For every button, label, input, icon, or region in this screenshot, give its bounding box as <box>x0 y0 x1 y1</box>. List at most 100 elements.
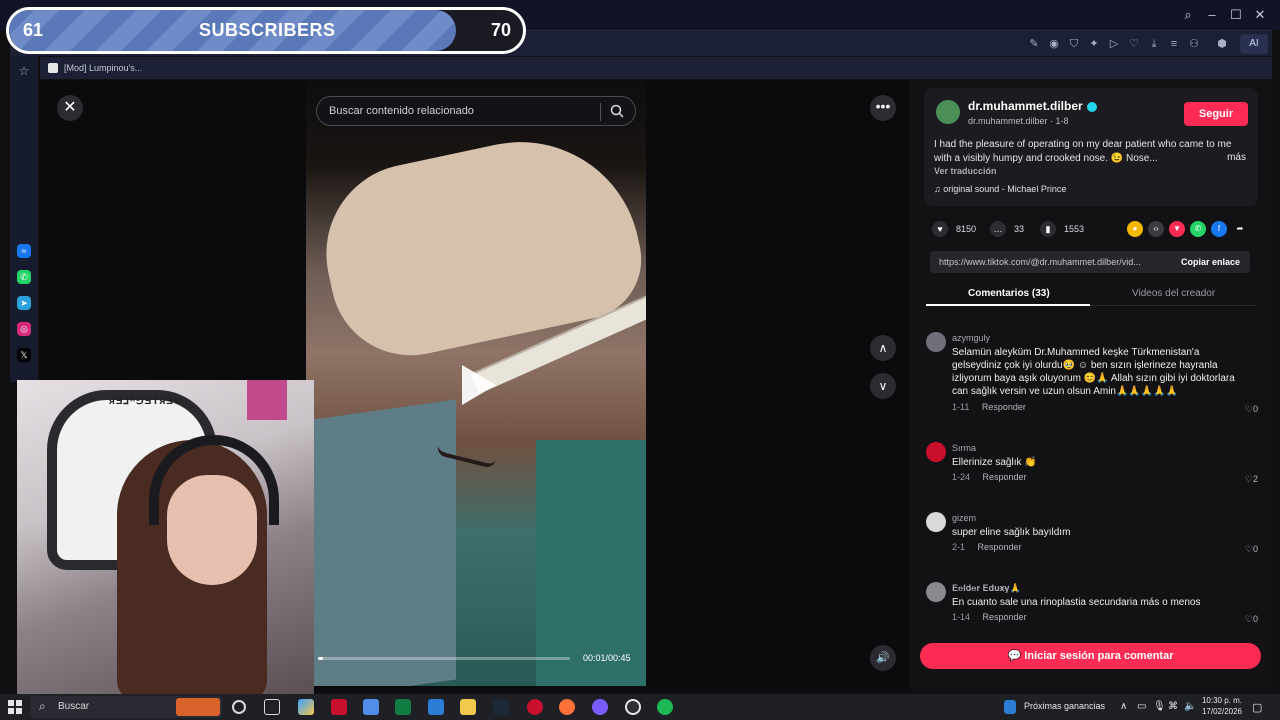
sound-link[interactable]: ♫ original sound - Michael Prince <box>934 184 1066 194</box>
embed-icon[interactable]: ‹› <box>1148 221 1164 237</box>
copy-link-button[interactable]: Copiar enlace <box>1181 257 1240 267</box>
opera-icon[interactable] <box>331 699 347 715</box>
play-icon[interactable] <box>462 365 496 405</box>
obs-icon[interactable] <box>625 699 641 715</box>
minimize-button[interactable]: – <box>1202 6 1222 24</box>
comment-like-button[interactable]: ♡2 <box>1245 474 1258 485</box>
profile-icon[interactable]: ⚇ <box>1186 36 1202 52</box>
discord-icon[interactable] <box>592 699 608 715</box>
search-icon[interactable] <box>609 103 625 119</box>
login-to-comment-button[interactable]: 💬 Iniciar sesión para comentar <box>920 643 1261 669</box>
x-icon[interactable]: 𝕏 <box>17 348 31 362</box>
download-icon[interactable]: ⤓ <box>1146 36 1162 52</box>
search-icon[interactable]: ⌕ <box>1178 6 1198 24</box>
record-app-icon[interactable] <box>527 699 543 715</box>
next-video-button[interactable]: ∨ <box>870 373 896 399</box>
news-widget-icon[interactable] <box>1004 700 1016 714</box>
comment-username[interactable]: Sırma <box>952 443 976 453</box>
extension-icon[interactable]: ✦ <box>1086 36 1102 52</box>
subscriber-goal-current: 61 <box>23 20 44 40</box>
cortana-icon[interactable] <box>232 700 246 714</box>
windows-start-icon[interactable] <box>8 700 22 714</box>
clock-time: 10:30 p. m. <box>1201 696 1242 705</box>
taskbar-search-input[interactable]: ⌕ Buscar <box>30 696 222 718</box>
send-icon[interactable]: ▼ <box>1169 221 1185 237</box>
reply-button[interactable]: Responder <box>978 542 1022 552</box>
maximize-button[interactable]: ☐ <box>1226 6 1246 24</box>
browser-tab[interactable]: [Mod] Lumpinou's... <box>48 60 142 76</box>
close-button[interactable]: ✕ <box>57 95 83 121</box>
volume-icon[interactable]: 🔊 <box>870 645 896 671</box>
video-progress-fill <box>318 657 324 660</box>
taskbar-clock[interactable]: 10:30 p. m. 17/02/2026 <box>1200 695 1242 717</box>
video-frame-drape <box>306 399 456 686</box>
comment-like-button[interactable]: ♡0 <box>1245 544 1258 555</box>
close-window-button[interactable]: ✕ <box>1250 6 1270 24</box>
more-options-button[interactable]: ••• <box>870 95 896 121</box>
folder-icon[interactable] <box>460 699 476 715</box>
whatsapp-icon[interactable]: ✆ <box>17 270 31 284</box>
comment-date: 1-14 <box>952 612 971 622</box>
follow-button[interactable]: Seguir <box>1184 102 1248 126</box>
camera-icon[interactable]: ◉ <box>1046 36 1062 52</box>
menu-icon[interactable]: ≡ <box>1166 36 1182 52</box>
tab-comments[interactable]: Comentarios (33) <box>968 288 1050 299</box>
store-icon[interactable] <box>363 699 379 715</box>
mail-icon[interactable] <box>428 699 444 715</box>
comment-username[interactable]: 𝐄𝐞𝐥𝐝𝐞𝐫 𝐄𝐝𝐮𝐱̶𝐲̶🙏 <box>952 583 1021 594</box>
task-view-icon[interactable] <box>264 699 280 715</box>
panel-tabs: Comentarios (33) Videos del creador <box>926 280 1256 306</box>
video-progress-bar[interactable] <box>318 657 570 660</box>
heart-icon[interactable]: ♡ <box>1126 36 1142 52</box>
play-icon[interactable]: ▷ <box>1106 36 1122 52</box>
telegram-icon[interactable]: ➤ <box>17 296 31 310</box>
comment-avatar[interactable] <box>926 442 946 462</box>
reply-button[interactable]: Responder <box>982 402 1026 412</box>
tab-creator-videos[interactable]: Videos del creador <box>1132 288 1215 299</box>
network-icon[interactable]: ⌘ <box>1168 701 1178 712</box>
comment-avatar[interactable] <box>926 582 946 602</box>
instagram-icon[interactable]: ◎ <box>17 322 31 336</box>
coin-icon[interactable]: ● <box>1127 221 1143 237</box>
spotify-icon[interactable] <box>657 699 673 715</box>
author-avatar[interactable] <box>936 100 960 124</box>
bookmark-star-icon[interactable]: ☆ <box>17 64 31 78</box>
facebook-icon[interactable]: f <box>1211 221 1227 237</box>
share-link-url[interactable]: https://www.tiktok.com/@dr.muhammet.dilb… <box>939 257 1161 267</box>
engagement-row: ♥ 8150 … 33 ▮ 1553 ● ‹› ▼ ✆ f ➦ <box>930 220 1260 240</box>
share-arrow-icon[interactable]: ➦ <box>1232 221 1248 237</box>
notifications-icon[interactable]: ▢ <box>1252 701 1262 714</box>
microphone-icon[interactable]: 🎙 <box>1153 701 1166 712</box>
earnings-widget[interactable]: Próximas ganancias <box>1024 701 1105 711</box>
comment-username[interactable]: gizem <box>952 513 976 523</box>
bookmark-icon[interactable]: ▮ <box>1040 221 1056 237</box>
caption-more-link[interactable]: más <box>1227 152 1246 163</box>
comment-icon[interactable]: … <box>990 221 1006 237</box>
whatsapp-share-icon[interactable]: ✆ <box>1190 221 1206 237</box>
messenger-icon[interactable]: ≈ <box>17 244 31 258</box>
ai-button[interactable]: AI <box>1240 34 1268 54</box>
copilot-icon[interactable] <box>298 699 314 715</box>
author-name[interactable]: dr.muhammet.dilber <box>968 99 1097 113</box>
related-search-input[interactable]: Buscar contenido relacionado <box>316 96 636 126</box>
reply-button[interactable]: Responder <box>983 472 1027 482</box>
edit-icon[interactable]: ✎ <box>1026 36 1042 52</box>
excel-icon[interactable] <box>395 699 411 715</box>
wallet-icon[interactable]: ⬢ <box>1214 36 1230 52</box>
comment-username[interactable]: azymguly <box>952 333 990 343</box>
shield-icon[interactable]: ⛉ <box>1066 36 1082 52</box>
comment-avatar[interactable] <box>926 332 946 352</box>
video-player[interactable]: Buscar contenido relacionado 00:01/00:45 <box>306 80 646 686</box>
comment-like-button[interactable]: ♡0 <box>1245 614 1258 625</box>
heart-icon[interactable]: ♥ <box>932 221 948 237</box>
steam-icon[interactable] <box>493 699 509 715</box>
translate-link[interactable]: Ver traducción <box>934 166 997 176</box>
comment-avatar[interactable] <box>926 512 946 532</box>
reply-button[interactable]: Responder <box>983 612 1027 622</box>
firefox-icon[interactable] <box>559 699 575 715</box>
previous-video-button[interactable]: ∧ <box>870 335 896 361</box>
speaker-icon[interactable]: 🔈 <box>1184 701 1196 712</box>
tray-chevron-icon[interactable]: ∧ <box>1120 701 1127 712</box>
tray-apps-icon[interactable]: ▭ <box>1137 701 1146 712</box>
comment-like-button[interactable]: ♡0 <box>1245 404 1258 415</box>
